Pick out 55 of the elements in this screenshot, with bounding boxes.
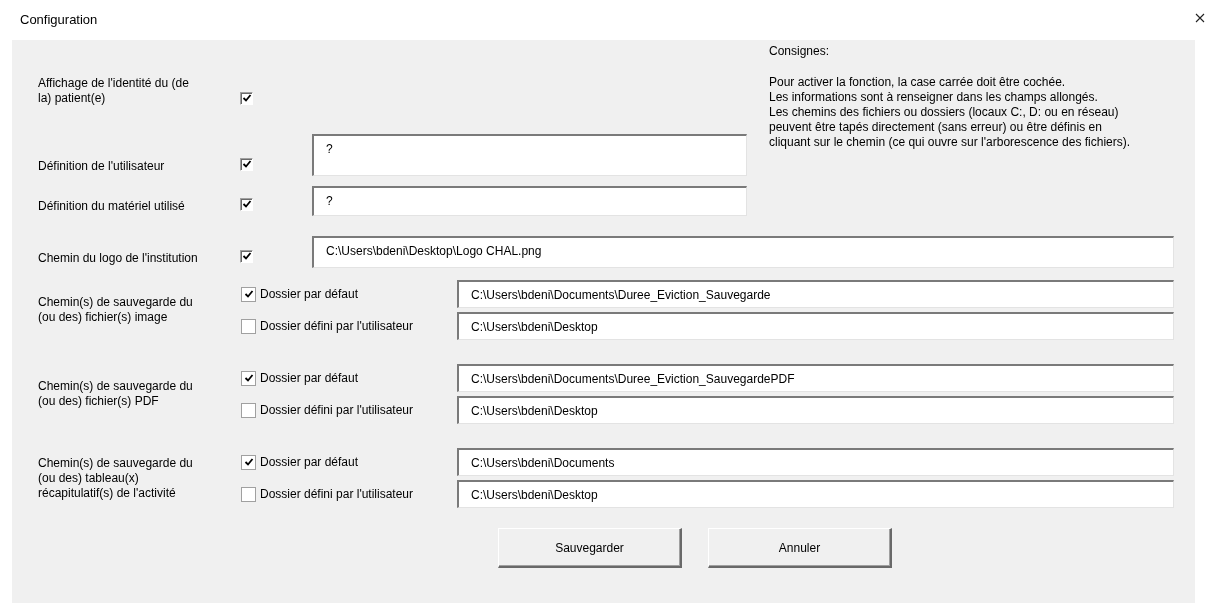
setting-label: Définition du matériel utilisé xyxy=(38,199,186,214)
checkbox[interactable] xyxy=(241,286,256,302)
instruction-text: Les informations sont à renseigner dans les champs allongés. xyxy=(769,90,1098,105)
checkbox[interactable] xyxy=(241,486,256,502)
option-label: Dossier par défaut xyxy=(260,455,359,469)
checkbox[interactable] xyxy=(241,318,256,334)
close-icon[interactable] xyxy=(1195,13,1205,23)
setting-label: Affichage de l'identité du (de la) patient(e) xyxy=(38,76,190,106)
instruction-text: Pour activer la fonction, la case carrée doit être cochée. xyxy=(769,75,1066,90)
checkbox[interactable] xyxy=(240,197,253,211)
instructions-heading: Consignes: xyxy=(769,44,831,59)
checkbox[interactable] xyxy=(240,91,253,105)
dialog-button[interactable]: Annuler xyxy=(708,528,892,568)
checkbox-option[interactable]: Dossier défini par l'utilisateur xyxy=(241,312,457,340)
checkbox[interactable] xyxy=(240,249,253,263)
window-title: Configuration xyxy=(20,11,98,27)
checkmark-icon xyxy=(241,199,252,209)
checkbox-option[interactable]: Dossier défini par l'utilisateur xyxy=(241,480,457,508)
checkmark-icon xyxy=(243,289,254,299)
option-label: Dossier par défaut xyxy=(260,287,359,301)
option-label: Dossier défini par l'utilisateur xyxy=(260,319,414,333)
checkmark-icon xyxy=(243,457,254,467)
setting-label: Définition de l'utilisateur xyxy=(38,159,166,174)
instruction-text: cliquant sur le chemin (ce qui ouvre sur l'arborescence des fichiers). xyxy=(769,135,1131,150)
path-field[interactable]: C:\Users\bdeni\Desktop\Logo CHAL.png xyxy=(312,236,1174,268)
instruction-text: peuvent être tapés directement (sans erreur) ou être définis en xyxy=(769,120,1102,135)
checkmark-icon xyxy=(243,373,254,383)
save-path-label: Chemin(s) de sauvegarde du (ou des) tableau(x) récapitulatif(s) de l'activité xyxy=(38,455,194,501)
checkbox-option[interactable]: Dossier par défaut xyxy=(241,280,457,308)
save-path-label: Chemin(s) de sauvegarde du (ou des) fichier(s) PDF xyxy=(38,379,194,409)
dialog-button[interactable]: Sauvegarder xyxy=(498,528,682,568)
path-field[interactable]: C:\Users\bdeni\Desktop xyxy=(457,312,1174,340)
save-path-label: Chemin(s) de sauvegarde du (ou des) fichier(s) image xyxy=(38,295,194,325)
checkbox-option[interactable]: Dossier par défaut xyxy=(241,448,457,476)
checkbox-option[interactable]: Dossier par défaut xyxy=(241,364,457,392)
checkbox[interactable] xyxy=(241,402,256,418)
text-field[interactable]: ? xyxy=(312,134,747,176)
option-label: Dossier par défaut xyxy=(260,371,359,385)
path-field[interactable]: C:\Users\bdeni\Desktop xyxy=(457,396,1174,424)
checkbox-option[interactable]: Dossier défini par l'utilisateur xyxy=(241,396,457,424)
checkbox[interactable] xyxy=(240,157,253,171)
checkmark-icon xyxy=(241,159,252,169)
checkbox[interactable] xyxy=(241,370,256,386)
path-field[interactable]: C:\Users\bdeni\Documents xyxy=(457,448,1174,476)
path-field[interactable]: C:\Users\bdeni\Documents\Duree_Eviction_SauvegardePDF xyxy=(457,364,1174,392)
path-field[interactable]: C:\Users\bdeni\Desktop xyxy=(457,480,1174,508)
path-field[interactable]: C:\Users\bdeni\Documents\Duree_Eviction_Sauvegarde xyxy=(457,280,1174,308)
checkmark-icon xyxy=(241,93,252,103)
checkbox[interactable] xyxy=(241,454,256,470)
option-label: Dossier défini par l'utilisateur xyxy=(260,487,414,501)
option-label: Dossier défini par l'utilisateur xyxy=(260,403,414,417)
instruction-text: Les chemins des fichiers ou dossiers (locaux C:, D: ou en réseau) xyxy=(769,105,1119,120)
setting-label: Chemin du logo de l'institution xyxy=(38,251,199,266)
text-field[interactable]: ? xyxy=(312,186,747,216)
checkmark-icon xyxy=(241,251,252,261)
